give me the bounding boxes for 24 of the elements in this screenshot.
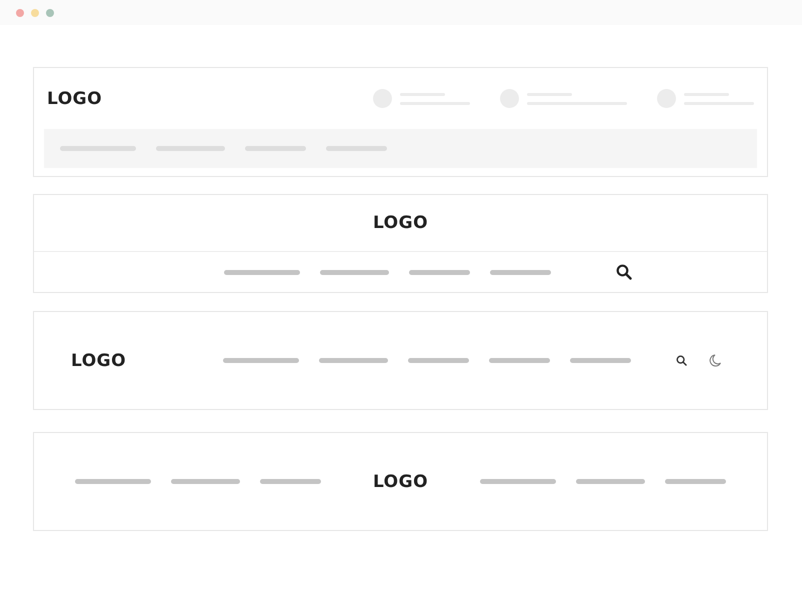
logo-text: LOGO bbox=[372, 472, 428, 492]
logo-text: LOGO bbox=[372, 213, 428, 233]
placeholder-bar bbox=[170, 479, 240, 484]
placeholder-bar bbox=[489, 358, 550, 363]
logo-text: LOGO bbox=[47, 88, 102, 108]
placeholder-bar bbox=[409, 270, 470, 274]
placeholder-bar bbox=[576, 479, 646, 484]
minimize-dot-icon[interactable] bbox=[31, 8, 39, 16]
placeholder-bar bbox=[156, 146, 225, 151]
logo-text: LOGO bbox=[71, 350, 126, 370]
placeholder-bar bbox=[408, 358, 470, 363]
maximize-dot-icon[interactable] bbox=[46, 8, 54, 16]
placeholder-bar bbox=[665, 479, 726, 484]
placeholder-bar bbox=[570, 358, 632, 363]
placeholder-bar bbox=[490, 270, 551, 274]
placeholder-bar bbox=[320, 270, 389, 274]
placeholder-bar bbox=[326, 146, 387, 151]
search-icon[interactable] bbox=[616, 264, 632, 280]
search-icon[interactable] bbox=[676, 355, 688, 366]
placeholder-bar bbox=[260, 479, 321, 484]
close-dot-icon[interactable] bbox=[16, 8, 24, 16]
moon-icon[interactable] bbox=[709, 354, 722, 367]
placeholder-bar bbox=[245, 146, 306, 151]
placeholder-bar bbox=[319, 358, 388, 363]
